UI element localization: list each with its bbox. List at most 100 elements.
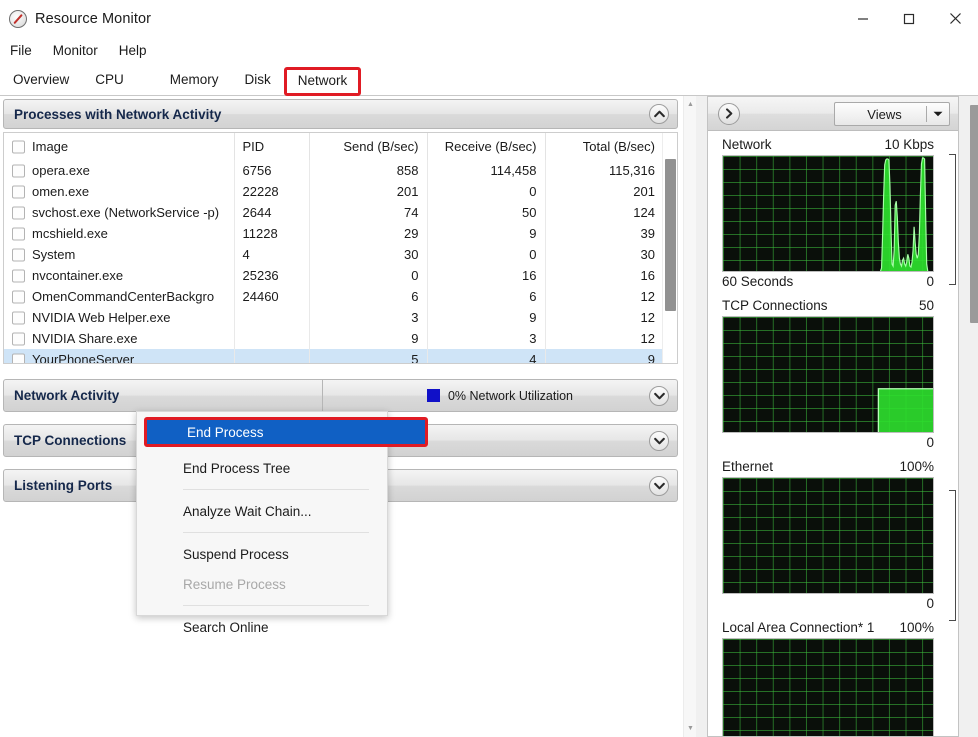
cell-pid: 11228 (234, 223, 309, 244)
main-scrollbar[interactable]: ▲ ▼ (683, 96, 696, 737)
chevron-down-icon[interactable] (649, 431, 669, 451)
graph-network-xlabel: 60 Seconds (722, 274, 793, 289)
section-network-activity-bar[interactable]: 0% Network Utilization (323, 379, 678, 412)
table-row[interactable]: mcshield.exe 11228 29 9 39 (4, 223, 663, 244)
cell-pid (234, 349, 309, 364)
views-button[interactable]: Views (834, 102, 950, 126)
graph-lac-canvas (722, 638, 934, 736)
table-row[interactable]: NVIDIA Share.exe 9 3 12 (4, 328, 663, 349)
cell-image[interactable]: NVIDIA Web Helper.exe (4, 307, 234, 328)
processes-table-container: Image PID Send (B/sec) Receive (B/sec) T… (3, 132, 678, 364)
table-scrollbar-thumb[interactable] (665, 159, 676, 311)
row-checkbox[interactable] (12, 290, 25, 303)
graph-tcp-canvas (722, 316, 934, 433)
cell-total: 12 (545, 286, 663, 307)
processes-table: Image PID Send (B/sec) Receive (B/sec) T… (4, 133, 663, 364)
section-network-activity[interactable]: Network Activity 0% Network Utilization (3, 379, 678, 412)
graph-tcp-ymin: 0 (926, 435, 934, 450)
table-row[interactable]: YourPhoneServer 5 4 9 (4, 349, 663, 364)
cell-image[interactable]: svchost.exe (NetworkService -p) (4, 202, 234, 223)
graph-list: Network 10 Kbps 60 Seconds 0 (708, 132, 958, 736)
graph-pane-scrollbar-thumb[interactable] (970, 105, 978, 323)
tab-memory[interactable]: Memory (157, 67, 232, 95)
cell-receive: 3 (427, 328, 545, 349)
cell-receive: 9 (427, 223, 545, 244)
cell-image-label: mcshield.exe (32, 226, 108, 241)
column-header-pid[interactable]: PID (234, 133, 309, 160)
column-header-image[interactable]: Image (4, 133, 234, 160)
table-row[interactable]: svchost.exe (NetworkService -p) 2644 74 … (4, 202, 663, 223)
cell-image-label: OmenCommandCenterBackgro (32, 289, 214, 304)
row-checkbox[interactable] (12, 227, 25, 240)
graph-tcp-connections: TCP Connections 50 0 (708, 293, 958, 454)
row-checkbox[interactable] (12, 164, 25, 177)
menu-item-help[interactable]: Help (119, 41, 160, 60)
graph-ethernet: Ethernet 100% 0 (708, 454, 958, 615)
table-row[interactable]: nvcontainer.exe 25236 0 16 16 (4, 265, 663, 286)
table-scrollbar[interactable] (662, 133, 677, 363)
row-checkbox[interactable] (12, 353, 25, 364)
context-menu-item-end-process[interactable]: End Process (144, 417, 428, 447)
tab-overview[interactable]: Overview (0, 67, 82, 95)
cell-send: 30 (309, 244, 427, 265)
processes-panel-header[interactable]: Processes with Network Activity (3, 99, 678, 129)
graph-ethernet-ymin: 0 (926, 596, 934, 611)
cell-image[interactable]: omen.exe (4, 181, 234, 202)
processes-panel: Processes with Network Activity (3, 99, 678, 129)
column-header-total[interactable]: Total (B/sec) (545, 133, 663, 160)
caret-down-icon[interactable] (927, 111, 949, 117)
graph-network-canvas (722, 155, 934, 272)
column-header-receive[interactable]: Receive (B/sec) (427, 133, 545, 160)
chevron-down-icon[interactable] (649, 476, 669, 496)
cell-receive: 4 (427, 349, 545, 364)
table-row[interactable]: NVIDIA Web Helper.exe 3 9 12 (4, 307, 663, 328)
cell-image[interactable]: OmenCommandCenterBackgro (4, 286, 234, 307)
scroll-up-arrow-icon[interactable]: ▲ (684, 98, 697, 111)
context-menu-item-search-online[interactable]: Search Online (137, 612, 387, 642)
row-checkbox[interactable] (12, 311, 25, 324)
select-all-checkbox[interactable] (12, 140, 25, 153)
graph-tcp-plot (723, 317, 933, 432)
graph-ethernet-canvas (722, 477, 934, 594)
context-menu-item-end-process-tree[interactable]: End Process Tree (137, 453, 387, 483)
row-checkbox[interactable] (12, 269, 25, 282)
chevron-down-icon[interactable] (649, 386, 669, 406)
table-row[interactable]: OmenCommandCenterBackgro 24460 6 6 12 (4, 286, 663, 307)
graph-lac-grid (723, 639, 933, 736)
chevron-right-icon[interactable] (718, 103, 740, 125)
row-checkbox[interactable] (12, 185, 25, 198)
context-menu-item-suspend-process[interactable]: Suspend Process (137, 539, 387, 569)
row-checkbox[interactable] (12, 248, 25, 261)
minimize-button[interactable] (840, 0, 886, 37)
maximize-button[interactable] (886, 0, 932, 37)
cell-image[interactable]: nvcontainer.exe (4, 265, 234, 286)
cell-image-label: NVIDIA Share.exe (32, 331, 138, 346)
cell-image[interactable]: System (4, 244, 234, 265)
tab-cpu[interactable]: CPU (82, 67, 137, 95)
scroll-down-arrow-icon[interactable]: ▼ (684, 722, 697, 735)
cell-image[interactable]: opera.exe (4, 160, 234, 181)
tab-network[interactable]: Network (284, 67, 362, 96)
chevron-up-icon[interactable] (649, 104, 669, 124)
table-row[interactable]: System 4 30 0 30 (4, 244, 663, 265)
menu-item-file[interactable]: File (10, 41, 45, 60)
cell-receive: 16 (427, 265, 545, 286)
cell-image[interactable]: mcshield.exe (4, 223, 234, 244)
graph-tcp-ymax: 50 (919, 298, 934, 313)
graph-pane-scrollbar[interactable] (969, 97, 978, 737)
cell-image[interactable]: NVIDIA Share.exe (4, 328, 234, 349)
menu-item-monitor[interactable]: Monitor (53, 41, 111, 60)
close-button[interactable] (932, 0, 978, 37)
table-row[interactable]: opera.exe 6756 858 114,458 115,316 (4, 160, 663, 181)
row-checkbox[interactable] (12, 206, 25, 219)
row-checkbox[interactable] (12, 332, 25, 345)
context-menu-item-resume-process: Resume Process (137, 569, 387, 599)
tab-disk[interactable]: Disk (232, 67, 284, 95)
cell-image[interactable]: YourPhoneServer (4, 349, 234, 364)
column-header-send[interactable]: Send (B/sec) (309, 133, 427, 160)
context-menu-item-analyze-wait-chain[interactable]: Analyze Wait Chain... (137, 496, 387, 526)
cell-image-label: System (32, 247, 75, 262)
table-row[interactable]: omen.exe 22228 201 0 201 (4, 181, 663, 202)
graph-network-ymin: 0 (926, 274, 934, 289)
tab-bar: Overview CPU Memory Disk Network (0, 63, 978, 96)
